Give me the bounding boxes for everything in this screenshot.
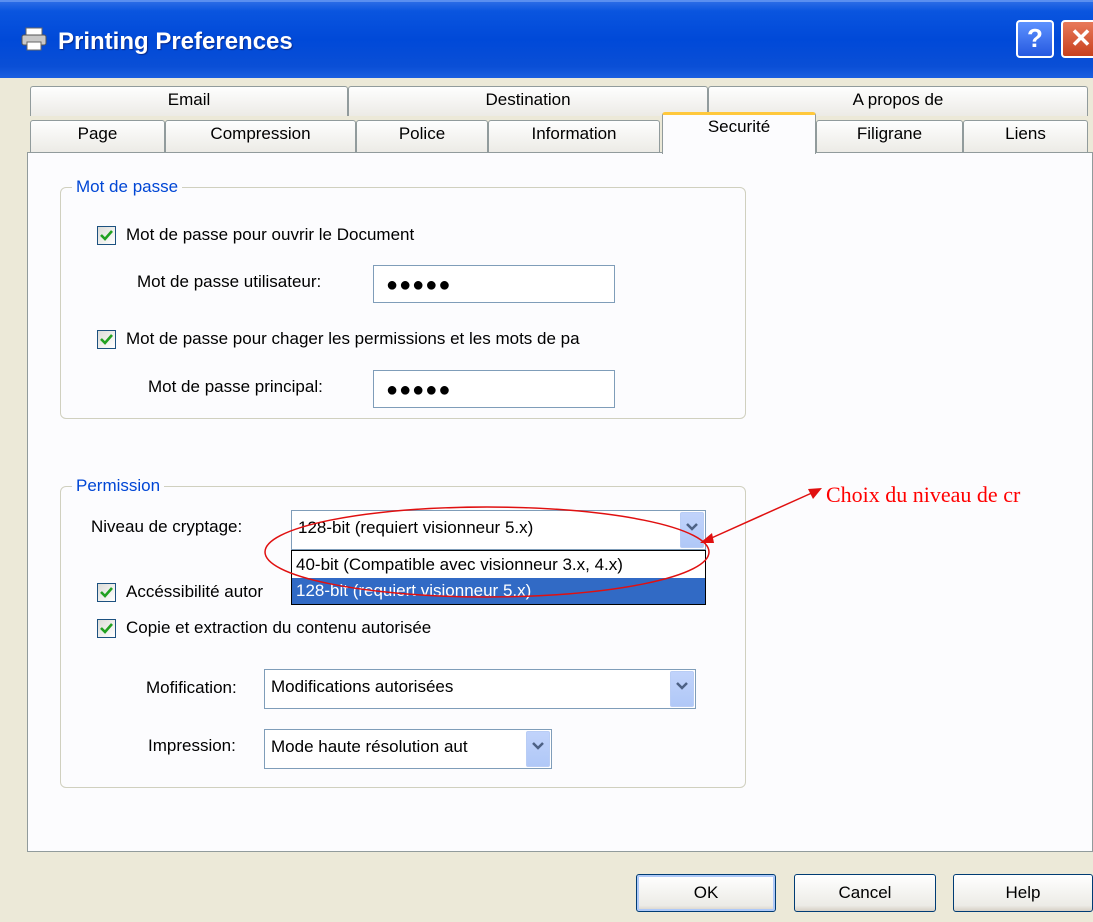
master-password-label: Mot de passe principal: — [148, 377, 323, 396]
close-button[interactable]: ✕ — [1061, 20, 1093, 58]
modification-label: Mofification: — [146, 678, 237, 697]
title-bar[interactable]: Printing Preferences ? ✕ — [0, 0, 1093, 78]
accessibility-checkbox[interactable] — [97, 583, 116, 602]
modification-value: Modifications autorisées — [271, 677, 454, 696]
tab-destination[interactable]: Destination — [348, 86, 708, 116]
encryption-level-select[interactable]: 128-bit (requiert visionneur 5.x) — [291, 510, 706, 550]
permissions-password-checkbox[interactable] — [97, 330, 116, 349]
encryption-level-label: Niveau de cryptage: — [91, 517, 243, 536]
checkmark-icon — [100, 230, 113, 241]
tab-page[interactable]: Page — [30, 120, 165, 152]
encryption-option-128bit[interactable]: 128-bit (requiert visionneur 5.x) — [292, 578, 705, 604]
copy-extraction-label: Copie et extraction du contenu autorisée — [126, 618, 432, 637]
user-password-value: ●●●●● — [386, 274, 452, 296]
tab-email[interactable]: Email — [30, 86, 348, 116]
encryption-option-40bit[interactable]: 40-bit (Compatible avec visionneur 3.x, … — [292, 552, 705, 578]
printing-select[interactable]: Mode haute résolution aut — [264, 729, 552, 769]
cancel-button[interactable]: Cancel — [794, 874, 936, 912]
open-document-label: Mot de passe pour ouvrir le Document — [126, 225, 415, 244]
chevron-down-icon — [676, 682, 688, 690]
copy-extraction-checkbox[interactable] — [97, 619, 116, 638]
printing-label: Impression: — [148, 736, 236, 755]
password-group-legend: Mot de passe — [72, 177, 183, 197]
chevron-down-icon — [532, 742, 544, 750]
checkmark-icon — [100, 334, 113, 345]
ok-button[interactable]: OK — [636, 874, 776, 912]
encryption-options-list[interactable]: 40-bit (Compatible avec visionneur 3.x, … — [291, 550, 706, 605]
open-document-checkbox[interactable] — [97, 226, 116, 245]
tab-securite[interactable]: Securité — [662, 112, 816, 154]
modification-select[interactable]: Modifications autorisées — [264, 669, 696, 709]
annotation-text: Choix du niveau de cr — [826, 482, 1021, 507]
dropdown-arrow[interactable] — [526, 731, 550, 767]
user-password-label: Mot de passe utilisateur: — [137, 272, 322, 291]
tab-filigrane[interactable]: Filigrane — [816, 120, 963, 152]
dropdown-arrow[interactable] — [670, 671, 694, 707]
help-button[interactable]: Help — [953, 874, 1093, 912]
checkmark-icon — [100, 587, 113, 598]
window-title: Printing Preferences — [58, 28, 293, 55]
master-password-value: ●●●●● — [386, 379, 452, 401]
printing-value: Mode haute résolution aut — [271, 737, 468, 756]
help-title-button[interactable]: ? — [1016, 20, 1054, 58]
permission-group-legend: Permission — [72, 476, 165, 496]
dropdown-arrow[interactable] — [680, 512, 704, 548]
permissions-password-label: Mot de passe pour chager les permissions… — [126, 329, 580, 348]
master-password-field[interactable]: ●●●●● — [373, 370, 615, 408]
user-password-field[interactable]: ●●●●● — [373, 265, 615, 303]
encryption-level-value: 128-bit (requiert visionneur 5.x) — [298, 518, 534, 537]
checkmark-icon — [100, 623, 113, 634]
accessibility-label: Accéssibilité autor — [126, 582, 264, 601]
tab-liens[interactable]: Liens — [963, 120, 1088, 152]
tab-compression[interactable]: Compression — [165, 120, 356, 152]
tab-information[interactable]: Information — [488, 120, 660, 152]
printer-icon — [21, 27, 47, 51]
tab-police[interactable]: Police — [356, 120, 488, 152]
chevron-down-icon — [686, 523, 698, 531]
